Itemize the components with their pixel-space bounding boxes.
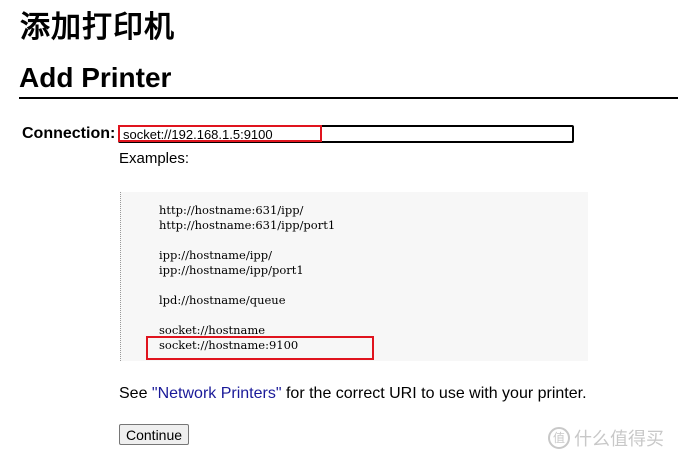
watermark: 值 什么值得买 [548,425,664,451]
watermark-text: 什么值得买 [574,429,664,450]
connection-label: Connection: [22,125,116,142]
example-spacer [159,233,335,248]
page-title: Add Printer [19,62,172,93]
help-text: See "Network Printers" for the correct U… [119,385,587,403]
connection-input[interactable] [118,125,574,143]
example-uri: socket://hostname:9100 [159,338,299,352]
watermark-logo-icon: 值 [548,427,570,449]
example-uri: ipp://hostname/ipp/ [159,248,273,262]
examples-label: Examples: [119,150,190,167]
continue-button[interactable]: Continue [119,424,190,445]
example-spacer [159,278,335,293]
examples-block: http://hostname:631/ipp/ http://hostname… [120,192,588,361]
example-uri: http://hostname:631/ipp/ [159,203,304,217]
page-title-cn: 添加打印机 [20,10,175,45]
example-uri: ipp://hostname/ipp/port1 [159,263,304,277]
help-text-prefix: See [119,385,152,402]
title-divider [19,97,678,99]
example-uri: socket://hostname [159,323,266,337]
example-uri: http://hostname:631/ipp/port1 [159,218,336,232]
network-printers-link[interactable]: "Network Printers" [152,385,282,402]
help-text-suffix: for the correct URI to use with your pri… [281,385,587,402]
example-uri: lpd://hostname/queue [159,293,286,307]
example-spacer [159,308,335,323]
